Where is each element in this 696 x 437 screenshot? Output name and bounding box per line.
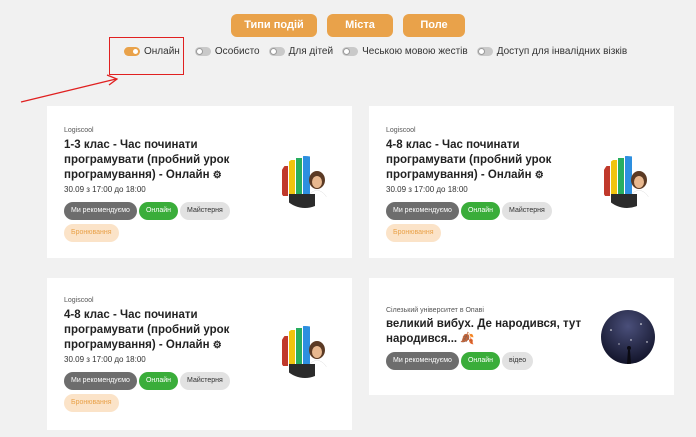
- gears-icon: ⚙: [534, 170, 544, 181]
- recommended-tag: Ми рекомендуємо: [386, 202, 459, 220]
- leaf-icon: 🍂: [460, 333, 475, 345]
- gears-icon: ⚙: [212, 170, 222, 181]
- booking-tag[interactable]: Бронювання: [386, 224, 441, 242]
- event-title[interactable]: 4-8 клас - Час починати програмувати (пр…: [64, 308, 264, 353]
- event-date: 30.09 з 17:00 до 18:00: [386, 185, 468, 194]
- event-title[interactable]: 4-8 клас - Час починати програмувати (пр…: [386, 138, 586, 183]
- online-tag: Онлайн: [138, 202, 179, 220]
- logiscool-kid-icon: [279, 156, 331, 208]
- workshop-tag: Майстерня: [180, 372, 230, 390]
- event-title[interactable]: великий вибух. Де народився, тут народив…: [386, 317, 586, 347]
- organizer-name: Logiscool: [386, 127, 416, 134]
- tag-list: Ми рекомендуємо Онлайн Майстерня Бронюва…: [64, 372, 254, 412]
- gears-icon: ⚙: [212, 340, 222, 351]
- organizer-name: Logiscool: [64, 297, 94, 304]
- logiscool-kid-icon: [601, 156, 653, 208]
- booking-tag[interactable]: Бронювання: [64, 224, 119, 242]
- online-tag: Онлайн: [138, 372, 179, 390]
- event-date: 30.09 з 17:00 до 18:00: [64, 185, 146, 194]
- event-card[interactable]: Сілезький університет в Опаві великий ви…: [369, 278, 674, 395]
- event-title[interactable]: 1-3 клас - Час починати програмувати (пр…: [64, 138, 264, 183]
- organizer-name: Сілезький університет в Опаві: [386, 307, 484, 314]
- recommended-tag: Ми рекомендуємо: [386, 352, 459, 370]
- recommended-tag: Ми рекомендуємо: [64, 202, 137, 220]
- workshop-tag: Майстерня: [502, 202, 552, 220]
- recommended-tag: Ми рекомендуємо: [64, 372, 137, 390]
- online-tag: Онлайн: [460, 202, 501, 220]
- night-sky-icon: [601, 310, 655, 364]
- tag-list: Ми рекомендуємо Онлайн Майстерня Бронюва…: [386, 202, 576, 242]
- booking-tag[interactable]: Бронювання: [64, 394, 119, 412]
- tag-list: Ми рекомендуємо Онлайн Майстерня Бронюва…: [64, 202, 254, 242]
- event-date: 30.09 з 17:00 до 18:00: [64, 355, 146, 364]
- workshop-tag: Майстерня: [180, 202, 230, 220]
- event-card[interactable]: Logiscool 4-8 клас - Час починати програ…: [47, 278, 352, 430]
- organizer-name: Logiscool: [64, 127, 94, 134]
- video-tag: відео: [502, 352, 534, 370]
- tag-list: Ми рекомендуємо Онлайн відео: [386, 352, 576, 370]
- event-card[interactable]: Logiscool 1-3 клас - Час починати програ…: [47, 106, 352, 258]
- online-tag: Онлайн: [460, 352, 501, 370]
- logiscool-kid-icon: [279, 326, 331, 378]
- event-card[interactable]: Logiscool 4-8 клас - Час починати програ…: [369, 106, 674, 258]
